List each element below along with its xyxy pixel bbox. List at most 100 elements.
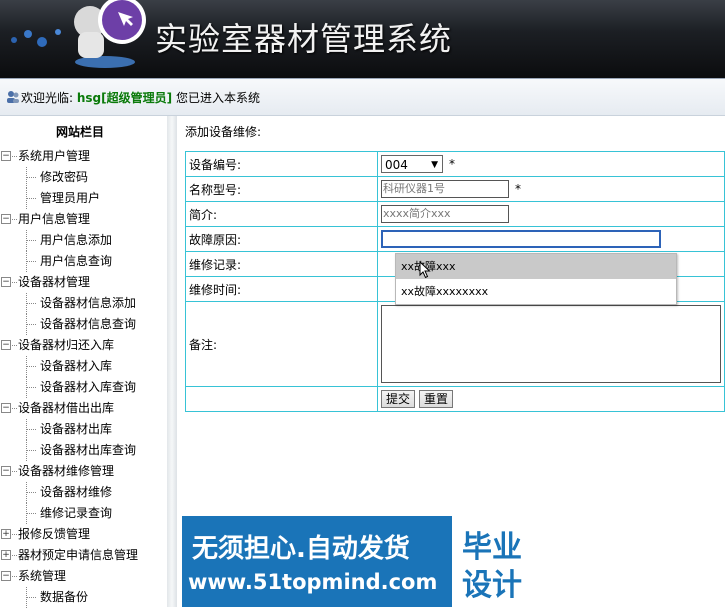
logo-icon xyxy=(60,0,150,74)
record-label: 维修记录: xyxy=(185,251,378,277)
welcome-role: [超级管理员] xyxy=(101,91,173,105)
sidebar-item-label: 用户信息查询 xyxy=(40,254,113,268)
tree-line xyxy=(26,387,36,388)
sidebar-separator[interactable] xyxy=(167,116,177,607)
sidebar-group[interactable]: − 系统管理 xyxy=(0,566,165,587)
sidebar-item[interactable]: 设备器材出库 xyxy=(0,419,165,440)
sidebar-item-label: 用户信息管理 xyxy=(18,212,91,226)
sidebar-item-label: 设备器材维修管理 xyxy=(18,464,115,478)
device-no-select[interactable]: 004 ▼ xyxy=(381,155,443,173)
autocomplete-dropdown: xx故障xxx xx故障xxxxxxxx xyxy=(395,253,677,305)
fault-label: 故障原因: xyxy=(185,226,378,252)
sidebar-item[interactable]: 设备器材入库 xyxy=(0,356,165,377)
submit-button[interactable]: 提交 xyxy=(381,390,416,408)
tree-line xyxy=(26,261,36,262)
welcome-bar: 欢迎光临: hsg[超级管理员] 您已进入本系统 xyxy=(0,78,725,116)
page-caption: 添加设备维修: xyxy=(185,125,262,139)
reset-button[interactable]: 重置 xyxy=(419,390,454,408)
sidebar-item-label: 设备器材归还入库 xyxy=(18,338,115,352)
name-input[interactable]: 科研仪器1号 xyxy=(381,180,509,198)
sidebar-group[interactable]: + 报修反馈管理 xyxy=(0,524,165,545)
sidebar-group[interactable]: + 器材预定申请信息管理 xyxy=(0,545,165,566)
sidebar-group[interactable]: − 系统用户管理 xyxy=(0,146,165,167)
sidebar-item-label: 维修记录查询 xyxy=(40,506,113,520)
fault-input[interactable] xyxy=(381,230,661,248)
banner-badge: 毕业 设计 xyxy=(452,516,544,607)
tree-line xyxy=(26,324,36,325)
sidebar-title: 网站栏目 xyxy=(55,125,104,139)
sidebar-item[interactable]: 设备器材维修 xyxy=(0,482,165,503)
system-title: 实验室器材管理系统 xyxy=(155,20,453,58)
remark-textarea[interactable] xyxy=(381,305,721,383)
sidebar-item[interactable]: 设备器材入库查询 xyxy=(0,377,165,398)
sidebar-item-label: 设备器材出库 xyxy=(40,422,113,436)
banner-line1: 无须担心.自动发货 xyxy=(192,534,410,564)
remark-label: 备注: xyxy=(185,301,378,387)
autocomplete-option[interactable]: xx故障xxx xyxy=(396,254,676,279)
tree-line xyxy=(26,597,36,598)
tree-line xyxy=(26,177,36,178)
tree-line xyxy=(26,303,36,304)
tree-line xyxy=(10,555,17,556)
sidebar-item-label: 报修反馈管理 xyxy=(18,527,91,541)
sidebar-item[interactable]: 维修记录查询 xyxy=(0,503,165,524)
sidebar: 网站栏目 − 系统用户管理 修改密码 管理员用户 − 用户信息管理 用户信息添加 用户信息查询… xyxy=(0,116,160,608)
user-icon xyxy=(6,90,20,107)
sidebar-item-label: 设备器材信息查询 xyxy=(40,317,137,331)
sidebar-item-label: 设备器材信息添加 xyxy=(40,296,137,310)
tree-line xyxy=(10,534,17,535)
promo-banner[interactable]: 无须担心.自动发货 www.51topmind.com 毕业 设计 xyxy=(182,516,544,607)
tree-line xyxy=(26,366,36,367)
sidebar-item-label: 用户信息添加 xyxy=(40,233,113,247)
sidebar-item[interactable]: 用户信息查询 xyxy=(0,251,165,272)
sidebar-item[interactable]: 数据备份 xyxy=(0,587,165,608)
tree-line xyxy=(10,219,17,220)
sidebar-item-label: 管理员用户 xyxy=(40,191,101,205)
sidebar-item-label: 数据备份 xyxy=(40,590,89,604)
sidebar-item-label: 设备器材借出出库 xyxy=(18,401,115,415)
sidebar-item[interactable]: 用户信息添加 xyxy=(0,230,165,251)
intro-label: 简介: xyxy=(185,201,378,227)
sidebar-group[interactable]: − 设备器材归还入库 xyxy=(0,335,165,356)
autocomplete-option[interactable]: xx故障xxxxxxxx xyxy=(396,279,676,304)
sidebar-item-label: 设备器材入库 xyxy=(40,359,113,373)
sidebar-group[interactable]: − 设备器材借出出库 xyxy=(0,398,165,419)
sidebar-item-label: 设备器材入库查询 xyxy=(40,380,137,394)
device-no-label: 设备编号: xyxy=(185,151,378,177)
tree-line xyxy=(26,492,36,493)
sidebar-item-label: 修改密码 xyxy=(40,170,89,184)
app-header: 实验室器材管理系统 xyxy=(0,0,725,78)
tree-line xyxy=(26,240,36,241)
required-mark: * xyxy=(515,181,521,196)
tree-line xyxy=(26,513,36,514)
sidebar-item-label: 系统管理 xyxy=(18,569,67,583)
sidebar-group[interactable]: − 用户信息管理 xyxy=(0,209,165,230)
welcome-suffix: 您已进入本系统 xyxy=(175,91,260,105)
required-mark: * xyxy=(449,156,455,171)
sidebar-item-label: 器材预定申请信息管理 xyxy=(18,548,139,562)
sidebar-group[interactable]: − 设备器材管理 xyxy=(0,272,165,293)
banner-line2: www.51topmind.com xyxy=(188,570,438,594)
sidebar-group[interactable]: − 设备器材维修管理 xyxy=(0,461,165,482)
tree-line xyxy=(10,408,17,409)
sidebar-item[interactable]: 设备器材出库查询 xyxy=(0,440,165,461)
dropdown-arrow-icon: ▼ xyxy=(431,160,438,170)
tree-line xyxy=(10,576,17,577)
sidebar-item[interactable]: 设备器材信息添加 xyxy=(0,293,165,314)
sidebar-item[interactable]: 管理员用户 xyxy=(0,188,165,209)
sidebar-item[interactable]: 修改密码 xyxy=(0,167,165,188)
tree-line xyxy=(26,450,36,451)
intro-input[interactable]: xxxx简介xxx xyxy=(381,205,509,223)
mouse-pointer-icon xyxy=(419,261,431,279)
tree-line xyxy=(10,156,17,157)
banner-badge-bottom: 设计 xyxy=(462,568,522,603)
tree-line xyxy=(10,471,17,472)
sidebar-item-label: 系统用户管理 xyxy=(18,149,91,163)
sidebar-tree: − 系统用户管理修改密码管理员用户 − 用户信息管理用户信息添加 用户信息查询 − 设备器材… xyxy=(0,146,165,608)
tree-line xyxy=(10,345,17,346)
welcome-username: hsg xyxy=(76,91,102,105)
name-label: 名称型号: xyxy=(185,176,378,202)
sidebar-item[interactable]: 设备器材信息查询 xyxy=(0,314,165,335)
welcome-prefix: 欢迎光临: xyxy=(21,91,74,105)
sidebar-item-label: 设备器材维修 xyxy=(40,485,113,499)
